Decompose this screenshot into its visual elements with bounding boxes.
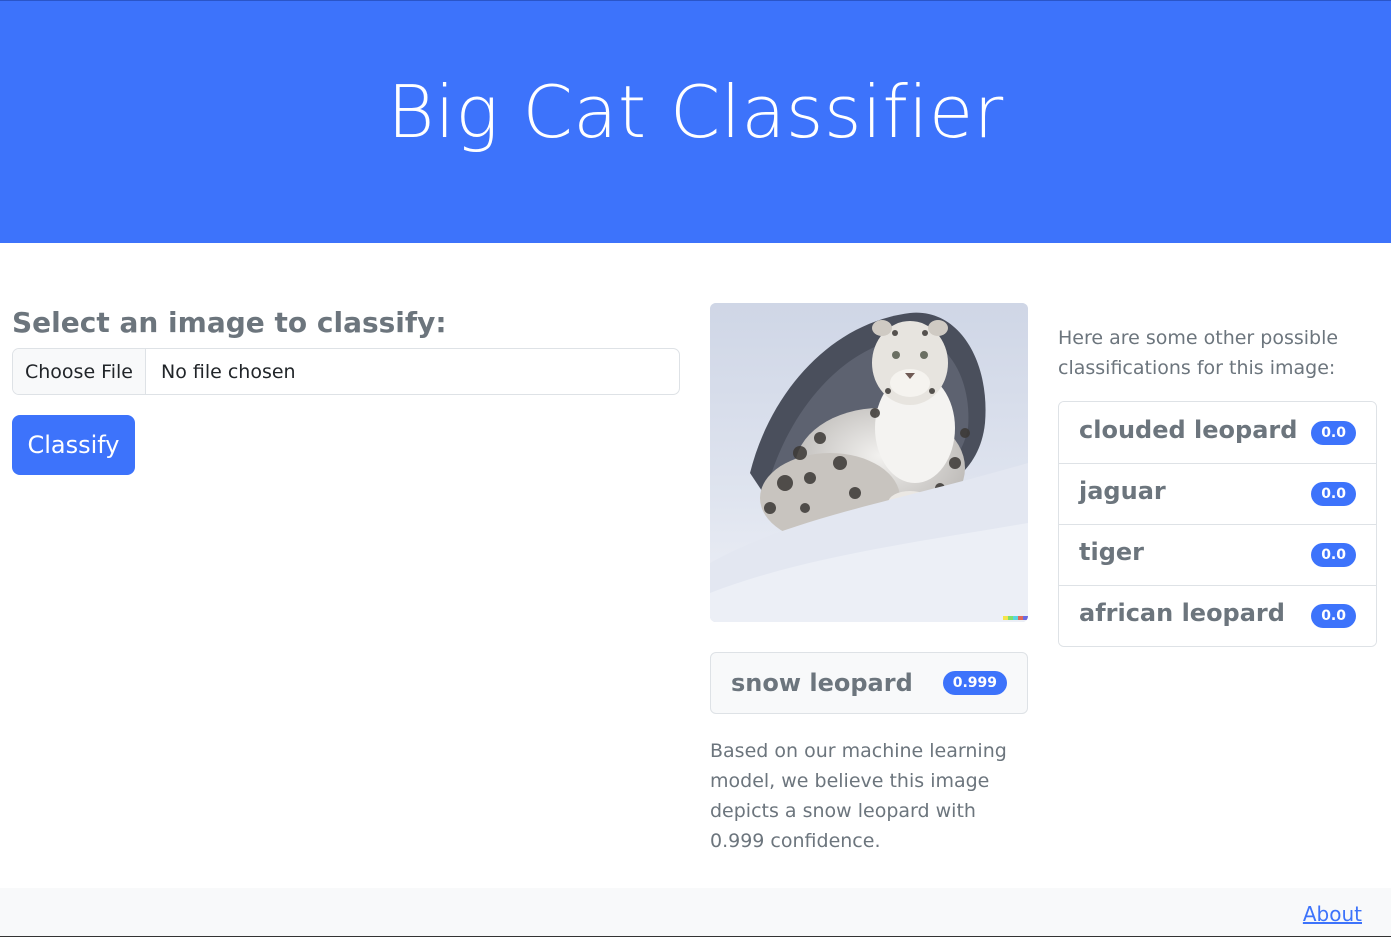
page-footer: About xyxy=(0,888,1391,937)
other-classifications-intro: Here are some other possible classificat… xyxy=(1058,327,1339,379)
snow-leopard-image xyxy=(710,303,1028,622)
about-link[interactable]: About xyxy=(1303,902,1362,926)
classification-label: african leopard xyxy=(1079,599,1285,627)
page-header: Big Cat Classifier xyxy=(0,0,1391,243)
classification-label: jaguar xyxy=(1079,477,1166,505)
result-section: snow leopard 0.999 Based on our machine … xyxy=(710,303,1028,856)
classification-label: tiger xyxy=(1079,538,1144,566)
other-classifications-list: clouded leopard 0.0 jaguar 0.0 tiger 0.0… xyxy=(1058,401,1377,647)
top-classification-score-badge: 0.999 xyxy=(942,671,1007,695)
classify-button[interactable]: Classify xyxy=(12,415,135,475)
top-classification-label: snow leopard xyxy=(731,669,913,697)
select-image-label: Select an image to classify: xyxy=(12,306,447,339)
top-classification-card: snow leopard 0.999 xyxy=(710,652,1028,714)
other-classifications-section: Here are some other possible classificat… xyxy=(1058,323,1377,647)
page-title: Big Cat Classifier xyxy=(387,70,1004,154)
classified-image xyxy=(710,303,1028,622)
classification-score-badge: 0.0 xyxy=(1311,420,1356,445)
list-item: jaguar 0.0 xyxy=(1059,463,1376,524)
classification-score-badge: 0.0 xyxy=(1311,482,1356,506)
result-explanation: Based on our machine learning model, we … xyxy=(710,740,1007,852)
list-item: clouded leopard 0.0 xyxy=(1059,402,1376,463)
upload-section: Select an image to classify: Choose File… xyxy=(12,303,680,475)
classification-label: clouded leopard xyxy=(1079,415,1298,444)
list-item: tiger 0.0 xyxy=(1059,524,1376,585)
choose-file-button[interactable]: Choose File xyxy=(13,349,146,394)
file-input[interactable]: Choose File No file chosen xyxy=(12,348,680,395)
list-item: african leopard 0.0 xyxy=(1059,585,1376,646)
file-status-text: No file chosen xyxy=(161,360,296,383)
classification-score-badge: 0.0 xyxy=(1311,543,1356,567)
classification-score-badge: 0.0 xyxy=(1311,604,1356,628)
